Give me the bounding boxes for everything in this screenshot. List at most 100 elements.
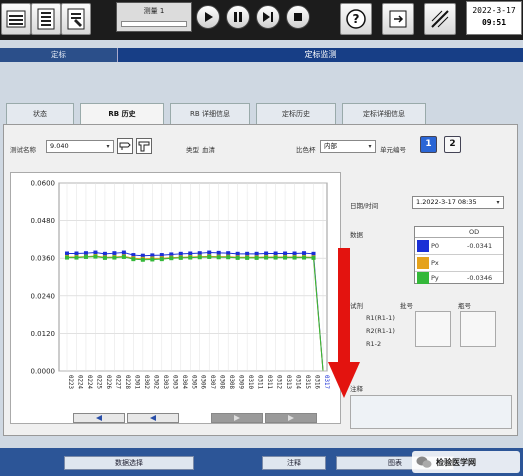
chevron-down-icon: ▾ [106, 143, 110, 150]
top-toolbar: 测量 1 ? 2022-3-17 09:51 [0, 0, 523, 40]
data-select-button[interactable]: 数据选择 [64, 456, 194, 470]
x-tick-label: 0314 [295, 375, 301, 389]
comment-field[interactable] [350, 395, 512, 429]
data-point-py [235, 255, 240, 260]
bottle-label: 瓶号 [458, 302, 471, 310]
legend-py-name: Py [431, 274, 439, 282]
data-point-py [283, 255, 288, 260]
data-point-p0 [102, 251, 107, 256]
scroll-first-button[interactable] [73, 413, 125, 423]
rack-icon[interactable] [136, 138, 152, 154]
test-name-value: 9.040 [50, 142, 69, 150]
tab-qc-history[interactable]: 定标历史 [256, 103, 336, 124]
svg-text:?: ? [353, 12, 360, 26]
datetime-value: 1.2022-3-17 08:35 [416, 198, 477, 206]
y-tick-label: 0.0240 [31, 292, 56, 300]
tab-rb-detail[interactable]: RB 详细信息 [170, 103, 250, 124]
data-point-py [150, 257, 155, 262]
reagent-row-2: R2(R1-1) [366, 327, 395, 335]
list-icon[interactable] [31, 3, 61, 35]
data-point-py [121, 254, 126, 259]
data-point-py [93, 254, 98, 259]
lot-field [415, 311, 451, 347]
x-tick-label: 0304 [181, 375, 187, 389]
cup-select[interactable]: 内部 ▾ [320, 140, 376, 153]
data-point-p0 [245, 251, 250, 256]
data-point-py [264, 255, 269, 260]
measure-progress-bar [121, 21, 187, 27]
mode-bar: 定标 定标监测 [0, 48, 523, 62]
data-point-py [302, 255, 307, 260]
exit-button[interactable] [382, 3, 414, 35]
data-point-p0 [264, 251, 269, 256]
date-text: 2022-3-17 [472, 6, 516, 15]
data-point-p0 [216, 250, 221, 255]
unit-1-button[interactable]: 1 [420, 136, 437, 153]
time-text: 09:51 [481, 18, 507, 27]
report-icon[interactable] [61, 3, 91, 35]
x-tick-label: 0307 [209, 375, 215, 389]
main-panel: 测试名称 9.040 ▾ 类型 血清 比色杯 内部 ▾ 单元编号 1 2 0.0… [3, 124, 518, 436]
data-point-py [140, 257, 145, 262]
test-name-select[interactable]: 9.040 ▾ [46, 140, 114, 153]
data-point-p0 [273, 251, 278, 256]
data-point-p0 [207, 250, 212, 255]
watermark: 检验医学网 [412, 451, 520, 473]
datetime-label: 日期/时间 [350, 202, 379, 210]
data-point-py [226, 255, 231, 260]
y-tick-label: 0.0120 [31, 330, 56, 338]
data-point-py [102, 255, 107, 260]
data-point-py [207, 254, 212, 259]
unit-2-button[interactable]: 2 [444, 136, 461, 153]
home-icon[interactable] [1, 3, 31, 35]
mode-qc-monitor[interactable]: 定标监测 [118, 48, 523, 62]
data-point-py [112, 255, 117, 260]
data-point-p0 [121, 250, 126, 255]
chevron-down-icon: ▾ [496, 199, 500, 206]
datetime-select[interactable]: 1.2022-3-17 08:35 ▾ [412, 196, 504, 209]
od-header: OD [469, 228, 480, 236]
data-point-py [159, 257, 164, 262]
data-point-p0 [226, 251, 231, 256]
tab-qc-detail[interactable]: 定标详细信息 [342, 103, 426, 124]
arrow-left-icon [96, 415, 102, 421]
tab-status[interactable]: 状态 [6, 103, 74, 124]
step-forward-button[interactable] [256, 5, 280, 29]
stop-button[interactable] [286, 5, 310, 29]
help-button[interactable]: ? [340, 3, 372, 35]
plot-area [58, 182, 328, 372]
mode-qc[interactable]: 定标 [0, 48, 118, 62]
data-label: 数据 [350, 231, 363, 239]
chart-svg: 0.0600 0.0480 0.0360 0.0240 0.0120 0.0000 0223… [31, 180, 330, 390]
scroll-last-button[interactable] [265, 413, 317, 423]
test-name-label: 测试名称 [10, 146, 36, 154]
scroll-prev-button[interactable] [127, 413, 179, 423]
data-point-p0 [74, 251, 79, 256]
data-point-p0 [311, 251, 316, 256]
data-point-py [311, 255, 316, 260]
data-point-p0 [254, 251, 259, 256]
x-tick-label: 0227 [114, 375, 120, 389]
data-point-p0 [65, 251, 69, 256]
x-tick-label: 0303 [162, 375, 168, 389]
pause-button[interactable] [226, 5, 250, 29]
tube-icon[interactable] [117, 138, 133, 154]
measure-status: 测量 1 [116, 2, 192, 32]
legend-px-name: Px [431, 259, 439, 267]
data-point-py [83, 254, 88, 259]
data-point-py [169, 256, 174, 261]
unit-no-label: 单元编号 [380, 146, 406, 154]
data-point-py [74, 255, 79, 260]
category-label: 类型 [186, 146, 199, 154]
scroll-next-button[interactable] [211, 413, 263, 423]
category-value: 血清 [202, 146, 215, 154]
y-tick-label: 0.0360 [31, 255, 56, 263]
play-button[interactable] [196, 5, 220, 29]
cup-value: 内部 [324, 142, 337, 150]
maintenance-button[interactable] [424, 3, 456, 35]
bottom-bar: 数据选择 注释 图表 检验医学网 [0, 448, 523, 476]
comment-button[interactable]: 注释 [262, 456, 326, 470]
tab-rb-history[interactable]: RB 历史 [80, 103, 164, 124]
stop-icon [294, 13, 302, 21]
x-tick-label: 0308 [228, 375, 234, 389]
